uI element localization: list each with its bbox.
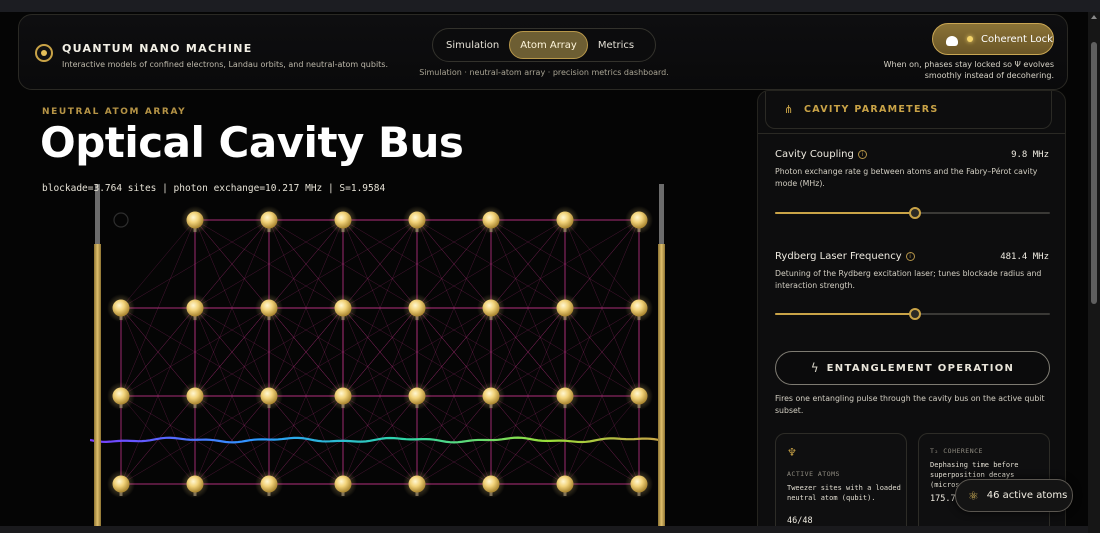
atom-qubit[interactable] <box>112 387 130 405</box>
metric-value: 46/48 <box>787 516 813 526</box>
cavity-parameters-panel: ⋔ CAVITY PARAMETERS Cavity Coupling i 9.8… <box>757 90 1066 533</box>
entanglement-operation-button[interactable]: ϟ ENTANGLEMENT OPERATION <box>775 351 1050 385</box>
atom-qubit[interactable] <box>186 387 204 405</box>
atom-qubit[interactable] <box>260 299 278 317</box>
atom-qubit[interactable] <box>260 387 278 405</box>
atom-qubit[interactable] <box>408 211 426 229</box>
cavity-photon-wave <box>90 436 663 444</box>
atom-qubit[interactable] <box>260 211 278 229</box>
atom-links <box>113 212 640 485</box>
tab-atom-array[interactable]: Atom Array <box>509 31 588 59</box>
param-rydberg-desc: Detuning of the Rydberg excitation laser… <box>775 269 1042 290</box>
atom-qubit[interactable] <box>260 475 278 493</box>
atom-qubit[interactable] <box>186 475 204 493</box>
param-rydberg-label: Rydberg Laser Frequency i <box>775 251 915 262</box>
atom-qubit[interactable] <box>482 475 500 493</box>
atom-icon: ⚛ <box>968 488 979 503</box>
atom-qubit[interactable] <box>186 211 204 229</box>
atom-qubit[interactable] <box>482 387 500 405</box>
atom-qubit[interactable] <box>112 475 130 493</box>
param-name: Cavity Coupling <box>775 149 854 160</box>
metric-card-active-atoms: ♆ ACTIVE ATOMS Tweezer sites with a load… <box>775 433 907 532</box>
atom-qubit[interactable] <box>630 299 648 317</box>
atom-qubit[interactable] <box>408 475 426 493</box>
nav-caption: Simulation · neutral-atom array · precis… <box>419 68 669 77</box>
atom-tree-icon: ♆ <box>787 446 797 459</box>
atom-qubit[interactable] <box>556 211 574 229</box>
cloud-icon <box>945 32 959 46</box>
info-icon[interactable]: i <box>857 150 867 159</box>
browser-top-strip <box>0 0 1100 12</box>
atom-qubit[interactable] <box>186 299 204 317</box>
brand-logo-icon <box>35 44 53 62</box>
status-led-icon <box>967 36 973 42</box>
atom-array-svg <box>90 184 665 533</box>
atom-qubit[interactable] <box>408 299 426 317</box>
empty-trap-site <box>113 212 129 228</box>
page-scrollbar[interactable] <box>1088 12 1100 533</box>
atom-qubit[interactable] <box>482 211 500 229</box>
atom-qubit[interactable] <box>334 475 352 493</box>
atom-qubit[interactable] <box>408 387 426 405</box>
atom-qubit[interactable] <box>334 211 352 229</box>
mirror-mount-right <box>659 184 664 244</box>
rydberg-frequency-slider[interactable] <box>775 308 1050 320</box>
atom-qubit[interactable] <box>630 211 648 229</box>
param-cavity-coupling-desc: Photon exchange rate g between atoms and… <box>775 167 1038 188</box>
panel-divider <box>758 133 1065 134</box>
slider-thumb[interactable] <box>909 308 922 320</box>
atom-array-canvas[interactable] <box>90 184 670 533</box>
coherent-lock-caption: When on, phases stay locked so Ψ evolves… <box>883 60 1054 80</box>
lightning-icon: ϟ <box>810 361 819 375</box>
panel-heading: CAVITY PARAMETERS <box>804 104 939 115</box>
atom-qubit[interactable] <box>334 387 352 405</box>
atom-qubit[interactable] <box>556 387 574 405</box>
app-header: QUANTUM NANO MACHINE Interactive models … <box>18 14 1068 90</box>
atom-qubit[interactable] <box>482 299 500 317</box>
section-eyebrow: NEUTRAL ATOM ARRAY <box>42 107 187 117</box>
slider-fill <box>775 212 916 214</box>
atom-qubit[interactable] <box>630 475 648 493</box>
atom-qubit[interactable] <box>630 387 648 405</box>
array-stats: blockade=3.764 sites | photon exchange=1… <box>42 183 386 194</box>
param-cavity-coupling-value: 9.8 MHz <box>1011 150 1049 160</box>
scroll-thumb[interactable] <box>1091 42 1097 304</box>
cavity-coupling-slider[interactable] <box>775 207 1050 219</box>
scroll-up-arrow-icon[interactable] <box>1091 15 1097 19</box>
atom-link <box>120 219 196 309</box>
cavity-mirrors <box>94 184 665 533</box>
toast-label: 46 active atoms <box>986 490 1068 501</box>
active-atoms-toast[interactable]: ⚛ 46 active atoms <box>955 479 1073 512</box>
atom-qubit[interactable] <box>334 299 352 317</box>
slider-fill <box>775 313 916 315</box>
param-cavity-coupling-label: Cavity Coupling i <box>775 149 867 160</box>
atom-qubit[interactable] <box>112 299 130 317</box>
cavity-mirror-left <box>94 244 101 533</box>
view-tabs: Simulation Atom Array Metrics <box>432 28 656 62</box>
tuning-fork-icon: ⋔ <box>784 103 794 116</box>
atom-qubit[interactable] <box>556 299 574 317</box>
coherent-lock-label: Coherent Lock <box>981 33 1053 45</box>
brand-title: QUANTUM NANO MACHINE <box>62 42 253 55</box>
entanglement-description: Fires one entangling pulse through the c… <box>775 394 1045 415</box>
info-icon[interactable]: i <box>905 252 915 261</box>
tab-metrics[interactable]: Metrics <box>588 31 644 59</box>
param-rydberg-value: 481.4 MHz <box>1000 252 1049 262</box>
metric-description: Tweezer sites with a loaded neutral atom… <box>787 484 901 502</box>
page-title: Optical Cavity Bus <box>40 118 464 167</box>
param-name: Rydberg Laser Frequency <box>775 251 902 262</box>
metric-value: 175.7 <box>930 494 956 504</box>
entanglement-button-label: ENTANGLEMENT OPERATION <box>826 362 1015 374</box>
cavity-wave <box>90 436 663 444</box>
browser-bottom-strip <box>0 526 1088 533</box>
metric-label: T₂ COHERENCE <box>930 447 983 455</box>
coherent-lock-button[interactable]: Coherent Lock <box>932 23 1054 55</box>
atom-qubit[interactable] <box>556 475 574 493</box>
panel-header: ⋔ CAVITY PARAMETERS <box>765 91 1052 129</box>
cavity-mirror-right <box>658 244 665 533</box>
tab-simulation[interactable]: Simulation <box>436 31 509 59</box>
metric-label: ACTIVE ATOMS <box>787 470 840 478</box>
brand-subtitle: Interactive models of confined electrons… <box>62 60 389 69</box>
slider-thumb[interactable] <box>909 207 922 219</box>
